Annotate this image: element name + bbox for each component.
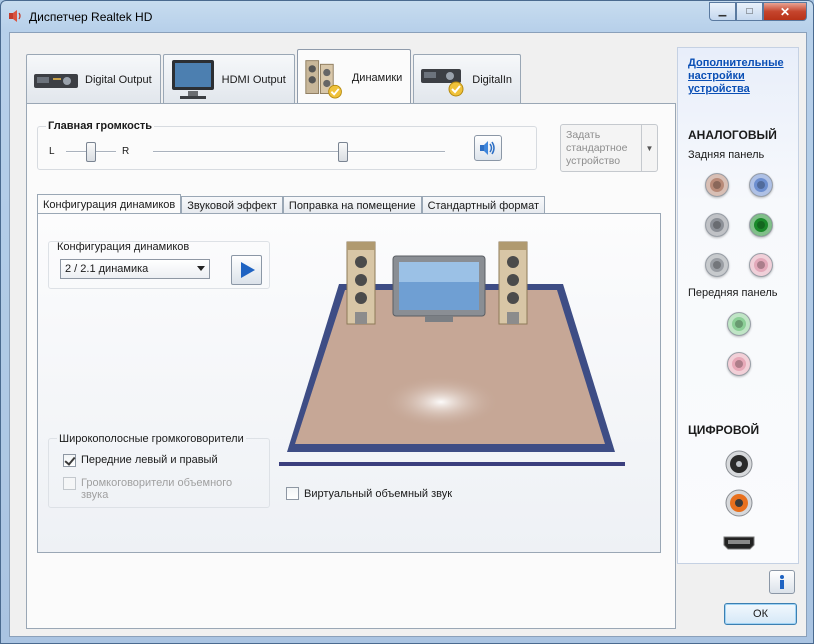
right-speaker-icon[interactable] [498, 241, 528, 325]
rear-jack-1[interactable] [705, 173, 729, 197]
monitor-icon [171, 59, 214, 99]
minimize-button[interactable]: ▁ [709, 2, 736, 21]
advanced-settings-link[interactable]: Дополнительные настройки устройства [688, 57, 793, 96]
connector-panel: Дополнительные настройки устройства АНАЛ… [677, 47, 799, 564]
play-test-button[interactable] [231, 255, 262, 285]
listener-spot [383, 376, 499, 428]
speaker-config-select[interactable]: 2 / 2.1 динамика [60, 259, 210, 279]
speaker-config-value: 2 / 2.1 динамика [65, 263, 149, 275]
speaker-config-panel: Конфигурация динамиков 2 / 2.1 динамика [37, 213, 661, 553]
balance-slider-thumb[interactable] [86, 142, 96, 162]
receiver-icon [34, 73, 78, 88]
virtual-surround-checkbox[interactable] [286, 487, 299, 500]
speakers-panel: Главная громкость L R Задать стандартное… [26, 103, 676, 629]
maximize-button[interactable]: □ [736, 2, 763, 21]
speaker-app-icon [9, 10, 21, 22]
tab-hdmi-output[interactable]: HDMI Output [162, 54, 295, 104]
hdmi-port-icon[interactable] [723, 535, 755, 551]
device-tabs: Digital Output HDMI Output Динамики Digi… [26, 48, 523, 105]
rear-jack-3[interactable] [705, 213, 729, 237]
balance-left-label: L [49, 146, 55, 157]
info-icon [780, 575, 784, 589]
rear-jack-6[interactable] [749, 253, 773, 277]
coaxial-jack-icon[interactable] [725, 450, 753, 478]
tab-label: Динамики [351, 71, 403, 84]
rear-jack-5[interactable] [705, 253, 729, 277]
receiver-icon [421, 68, 464, 96]
tab-label: HDMI Output [221, 73, 286, 86]
rear-jack-4[interactable] [749, 213, 773, 237]
dropdown-arrow-icon[interactable]: ▼ [641, 125, 657, 171]
surround-checkbox[interactable] [63, 477, 76, 490]
tv-icon [392, 255, 486, 322]
virtual-surround-row[interactable]: Виртуальный объемный звук [286, 487, 452, 500]
set-default-label: Задать стандартное устройство [566, 129, 628, 167]
front-lr-checkbox-row[interactable]: Передние левый и правый [63, 454, 218, 467]
speaker-volume-icon [480, 141, 495, 155]
client-area: Digital Output HDMI Output Динамики Digi… [9, 32, 807, 637]
front-jack-2[interactable] [727, 352, 751, 376]
mute-button[interactable] [474, 135, 502, 161]
minimize-icon: ▁ [718, 6, 727, 17]
window: Диспетчер Realtek HD ▁ □ ✕ Digital Outpu… [0, 0, 814, 644]
fullrange-speakers-group: Широкополосные громкоговорители Передние… [48, 433, 270, 508]
window-title: Диспетчер Realtek HD [29, 10, 153, 24]
info-button[interactable] [769, 570, 795, 594]
tab-digital-in[interactable]: DigitalIn [413, 54, 522, 104]
maximize-icon: □ [746, 6, 753, 17]
analog-title: АНАЛОГОВЫЙ [688, 128, 777, 142]
volume-slider-thumb[interactable] [337, 142, 348, 162]
front-jack-1[interactable] [727, 312, 751, 336]
room-baseline [279, 462, 625, 466]
tab-label: DigitalIn [472, 73, 513, 86]
tab-digital-output[interactable]: Digital Output [26, 54, 161, 104]
main-volume-label: Главная громкость [46, 120, 155, 132]
title-bar[interactable]: Диспетчер Realtek HD ▁ □ ✕ [1, 1, 813, 31]
optical-jack-icon[interactable] [725, 489, 753, 517]
speaker-config-group: Конфигурация динамиков 2 / 2.1 динамика [48, 241, 270, 289]
volume-track[interactable] [153, 151, 445, 153]
speakers-icon [305, 59, 342, 99]
speaker-config-label: Конфигурация динамиков [57, 241, 190, 253]
config-tabs: Конфигурация динамиков Звуковой эффект П… [37, 193, 546, 216]
tab-label: Digital Output [85, 73, 152, 86]
balance-right-label: R [122, 146, 130, 157]
chevron-down-icon [197, 266, 205, 271]
digital-title: ЦИФРОВОЙ [688, 423, 760, 437]
rear-jack-2[interactable] [749, 173, 773, 197]
main-volume-group: Главная громкость L R [37, 120, 537, 170]
front-panel-label: Передняя панель [688, 287, 778, 299]
surround-label: Громкоговорители объемного звука [81, 477, 233, 501]
ok-button[interactable]: ОК [724, 603, 797, 625]
room-visualization [279, 241, 625, 466]
front-lr-checkbox[interactable] [63, 454, 76, 467]
virtual-surround-label: Виртуальный объемный звук [304, 487, 453, 500]
front-lr-label: Передние левый и правый [81, 454, 218, 466]
close-icon: ✕ [779, 4, 791, 19]
surround-checkbox-row[interactable]: Громкоговорители объемного звука [63, 477, 253, 501]
play-icon [240, 262, 255, 278]
close-button[interactable]: ✕ [763, 2, 807, 21]
rear-panel-label: Задняя панель [688, 149, 765, 161]
caption-buttons: ▁ □ ✕ [709, 2, 807, 21]
tab-speakers[interactable]: Динамики [296, 49, 412, 105]
fullrange-label: Широкополосные громкоговорители [57, 433, 246, 445]
set-default-device-button[interactable]: Задать стандартное устройство ▼ [560, 124, 658, 172]
left-speaker-icon[interactable] [346, 241, 376, 325]
